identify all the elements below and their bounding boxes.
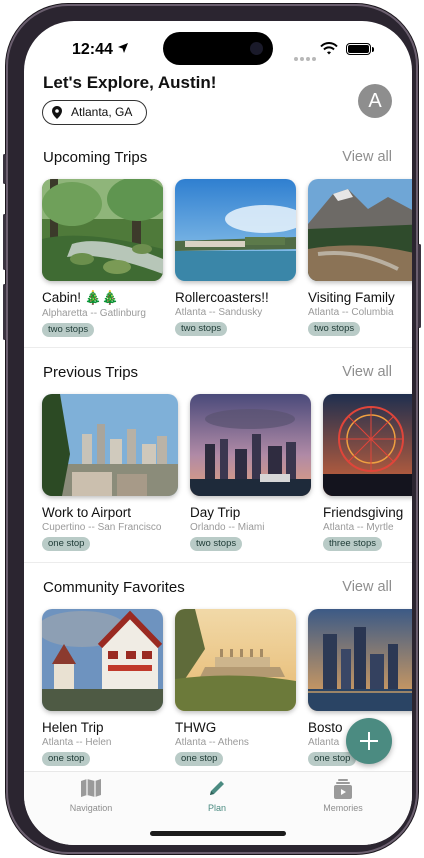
stops-badge: two stops: [175, 322, 228, 336]
tab-navigation[interactable]: Navigation: [46, 778, 136, 813]
trip-image: [175, 609, 296, 711]
section-divider: [24, 562, 412, 563]
section-title: Previous Trips: [43, 364, 139, 381]
stops-badge: three stops: [323, 537, 382, 551]
status-time: 12:44: [72, 41, 113, 58]
trip-card[interactable]: Friendsgiving Atlanta -- Myrtle three st…: [323, 394, 412, 551]
trip-route: Atlanta -- Athens: [175, 737, 249, 748]
trip-title: Work to Airport: [42, 505, 132, 520]
trip-card[interactable]: Day Trip Orlando -- Miami two stops: [190, 394, 311, 551]
page-title: Let's Explore, Austin!: [43, 73, 217, 92]
trip-card[interactable]: Work to Airport Cupertino -- San Francis…: [42, 394, 178, 551]
trip-card[interactable]: Visiting Family Atlanta -- Columbia two …: [308, 179, 412, 336]
stops-badge: two stops: [308, 322, 361, 336]
stops-badge: one stop: [175, 752, 224, 766]
location-arrow-icon: [118, 43, 128, 53]
volume-down-button: [3, 284, 6, 340]
trip-title: Visiting Family: [308, 290, 395, 305]
trip-card[interactable]: Cabin! 🎄🎄 Alpharetta -- Gatlinburg two s…: [42, 179, 163, 337]
tab-label: Memories: [323, 803, 363, 813]
mute-switch: [3, 154, 6, 184]
view-all-link[interactable]: View all: [342, 149, 392, 165]
trip-title: Cabin! 🎄🎄: [42, 290, 119, 305]
tab-label: Plan: [207, 803, 226, 813]
trip-route: Atlanta -- Helen: [42, 737, 112, 748]
trip-image: [190, 394, 311, 496]
stops-badge: two stops: [42, 323, 95, 337]
trip-title: Day Trip: [190, 505, 241, 520]
avatar[interactable]: A: [358, 84, 392, 118]
status-bar: 12:44: [24, 21, 412, 75]
battery-tip: [372, 47, 374, 52]
trip-image: [308, 609, 412, 711]
tab-label: Navigation: [69, 803, 113, 813]
section-title: Community Favorites: [43, 579, 185, 596]
screen: 12:44 Let's Explore, Austin! Atlanta, GA…: [24, 21, 412, 845]
trip-route: Atlanta -- Myrtle: [323, 522, 394, 533]
trip-image: [175, 179, 296, 281]
section-divider: [24, 347, 412, 348]
tab-plan[interactable]: Plan: [172, 778, 262, 813]
location-label: Atlanta, GA: [71, 105, 133, 119]
trip-image: [42, 394, 178, 496]
home-indicator[interactable]: [150, 831, 286, 836]
view-all-link[interactable]: View all: [342, 579, 392, 595]
dynamic-island: [163, 32, 273, 65]
trip-card[interactable]: Rollercoasters!! Atlanta -- Sandusky two…: [175, 179, 296, 336]
volume-up-button: [3, 214, 6, 270]
add-trip-button[interactable]: [346, 718, 392, 764]
trip-carousel[interactable]: Work to Airport Cupertino -- San Francis…: [24, 394, 412, 554]
wifi-icon: [320, 42, 338, 55]
power-button: [418, 244, 421, 328]
trip-title: Friendsgiving: [323, 505, 404, 520]
trip-route: Atlanta -- Columbia: [308, 307, 394, 318]
trip-route: Orlando -- Miami: [190, 522, 265, 533]
section-title: Upcoming Trips: [43, 149, 148, 166]
stops-badge: two stops: [190, 537, 243, 551]
camera-icon: [250, 42, 263, 55]
trip-carousel[interactable]: Cabin! 🎄🎄 Alpharetta -- Gatlinburg two s…: [24, 179, 412, 339]
location-selector[interactable]: Atlanta, GA: [42, 100, 148, 125]
tab-memories[interactable]: Memories: [298, 778, 388, 813]
map-icon: [81, 779, 101, 797]
pencil-icon: [210, 781, 224, 795]
stops-badge: one stop: [42, 752, 91, 766]
view-all-link[interactable]: View all: [342, 364, 392, 380]
photo-stack-icon: [334, 779, 352, 799]
phone-frame: 12:44 Let's Explore, Austin! Atlanta, GA…: [3, 4, 421, 854]
trip-image: [323, 394, 412, 496]
trip-image: [308, 179, 412, 281]
trip-route: Atlanta -- Sandusky: [175, 307, 263, 318]
map-pin-icon: [52, 106, 62, 119]
trip-route: Alpharetta -- Gatlinburg: [42, 308, 146, 319]
trip-image: [42, 179, 163, 281]
trip-card[interactable]: Helen Trip Atlanta -- Helen one stop: [42, 609, 163, 766]
trip-route: Cupertino -- San Francisco: [42, 522, 162, 533]
trip-title: THWG: [175, 720, 217, 735]
signal-icon: [294, 48, 318, 66]
trip-image: [42, 609, 163, 711]
trip-card[interactable]: THWG Atlanta -- Athens one stop: [175, 609, 296, 766]
trip-title: Helen Trip: [42, 720, 104, 735]
stops-badge: one stop: [42, 537, 91, 551]
battery-icon: [346, 43, 371, 55]
trip-title: Rollercoasters!!: [175, 290, 269, 305]
